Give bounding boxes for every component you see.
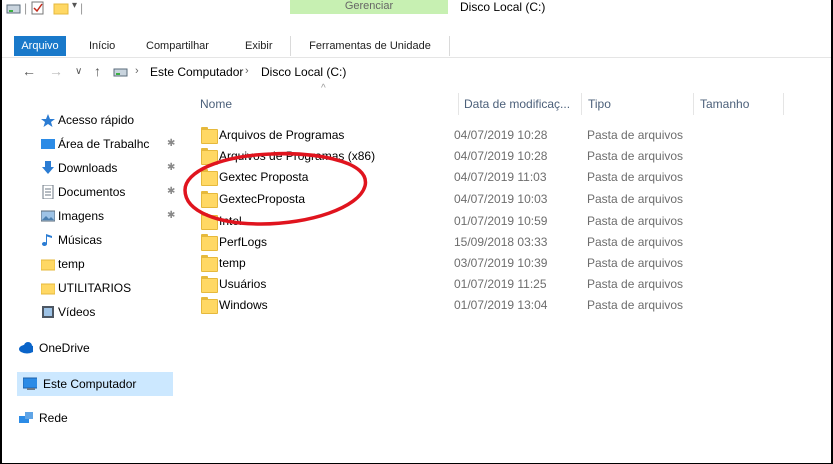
nav-item-musicas[interactable]: Músicas [17, 228, 175, 252]
nav-item-documentos[interactable]: Documentos ✱ [17, 180, 175, 204]
table-row[interactable]: temp 03/07/2019 10:39 Pasta de arquivos [197, 253, 787, 274]
folder-icon [201, 255, 218, 272]
navigation-pane: Acesso rápido Área de Trabalhc ✱ Downloa… [2, 90, 185, 463]
annotation-ellipse [183, 151, 368, 226]
drive-icon[interactable] [6, 1, 22, 15]
window-title: Disco Local (C:) [460, 0, 546, 14]
separator: | [80, 1, 84, 15]
network-icon [19, 412, 33, 423]
computer-icon [113, 68, 128, 77]
breadcrumb-este-computador[interactable]: Este Computador [150, 65, 243, 79]
tab-arquivo[interactable]: Arquivo [14, 36, 66, 56]
nav-item-downloads[interactable]: Downloads ✱ [17, 156, 175, 180]
properties-icon[interactable] [30, 1, 46, 15]
address-bar: ← → ∨ ↑ › Este Computador › Disco Local … [2, 57, 831, 87]
nav-item-area-de-trabalho[interactable]: Área de Trabalhc ✱ [17, 132, 175, 156]
file-list: ^ Nome Data de modificaç... Tipo Tamanho… [185, 83, 831, 463]
customize-quick-access-icon[interactable]: ▾ [72, 0, 77, 14]
nav-item-rede[interactable]: Rede [17, 406, 175, 430]
pin-icon[interactable]: ✱ [167, 204, 175, 228]
column-header-date[interactable]: Data de modificaç... [464, 97, 570, 111]
cloud-icon [19, 342, 33, 354]
column-divider[interactable] [693, 93, 694, 115]
nav-item-imagens[interactable]: Imagens ✱ [17, 204, 175, 228]
pin-icon[interactable]: ✱ [167, 180, 175, 204]
nav-item-acesso-rapido[interactable]: Acesso rápido [17, 108, 175, 132]
folder-icon [41, 283, 55, 295]
column-header-name[interactable]: Nome [200, 97, 232, 111]
forward-icon[interactable]: → [49, 63, 63, 79]
column-header-size[interactable]: Tamanho [700, 97, 749, 111]
chevron-right-icon[interactable]: › [245, 65, 249, 77]
context-group-label: Gerenciar [290, 0, 448, 14]
sort-up-icon: ^ [321, 83, 326, 94]
tab-inicio[interactable]: Início [89, 36, 115, 56]
separator: | [24, 1, 28, 15]
table-row[interactable]: PerfLogs 15/09/2018 03:33 Pasta de arqui… [197, 232, 787, 253]
column-divider[interactable] [458, 93, 459, 115]
back-icon[interactable]: ← [22, 63, 36, 79]
tab-compartilhar[interactable]: Compartilhar [146, 36, 209, 56]
nav-item-este-computador[interactable]: Este Computador [17, 372, 173, 396]
folder-icon [201, 127, 218, 144]
column-divider[interactable] [783, 93, 784, 115]
pin-icon[interactable]: ✱ [167, 156, 175, 180]
nav-item-videos[interactable]: Vídeos [17, 300, 175, 324]
table-row[interactable]: Usuários 01/07/2019 11:25 Pasta de arqui… [197, 274, 787, 295]
breadcrumb-disco-local[interactable]: Disco Local (C:) [261, 65, 346, 79]
column-divider[interactable] [581, 93, 582, 115]
title-bar: | ▾ | Gerenciar Disco Local (C:) [2, 0, 831, 17]
desktop-icon [41, 139, 55, 149]
pin-icon[interactable]: ✱ [167, 132, 175, 156]
table-row[interactable]: Arquivos de Programas 04/07/2019 10:28 P… [197, 125, 787, 146]
folder-icon [201, 276, 218, 293]
folder-icon [201, 234, 218, 251]
music-icon [42, 234, 52, 246]
nav-item-onedrive[interactable]: OneDrive [17, 336, 175, 360]
column-header-type[interactable]: Tipo [588, 97, 611, 111]
image-icon [41, 210, 55, 222]
up-icon[interactable]: ↑ [94, 63, 101, 79]
table-row[interactable]: Windows 01/07/2019 13:04 Pasta de arquiv… [197, 295, 787, 316]
computer-icon [23, 377, 37, 390]
folder-icon [41, 259, 55, 271]
video-icon [42, 306, 54, 318]
tab-ferramentas-de-unidade[interactable]: Ferramentas de Unidade [290, 36, 450, 56]
recent-locations-icon[interactable]: ∨ [75, 66, 82, 77]
ribbon: Arquivo Início Compartilhar Exibir Ferra… [2, 17, 831, 58]
nav-item-utilitarios[interactable]: UTILITARIOS [17, 276, 175, 300]
new-folder-icon[interactable] [53, 1, 69, 15]
nav-item-temp[interactable]: temp [17, 252, 175, 276]
document-icon [42, 185, 54, 199]
tab-exibir[interactable]: Exibir [245, 36, 273, 56]
download-icon [42, 161, 54, 174]
star-icon [41, 114, 55, 127]
explorer-window: | ▾ | Gerenciar Disco Local (C:) Arquivo… [2, 0, 831, 463]
chevron-right-icon[interactable]: › [135, 65, 139, 77]
folder-icon [201, 297, 218, 314]
